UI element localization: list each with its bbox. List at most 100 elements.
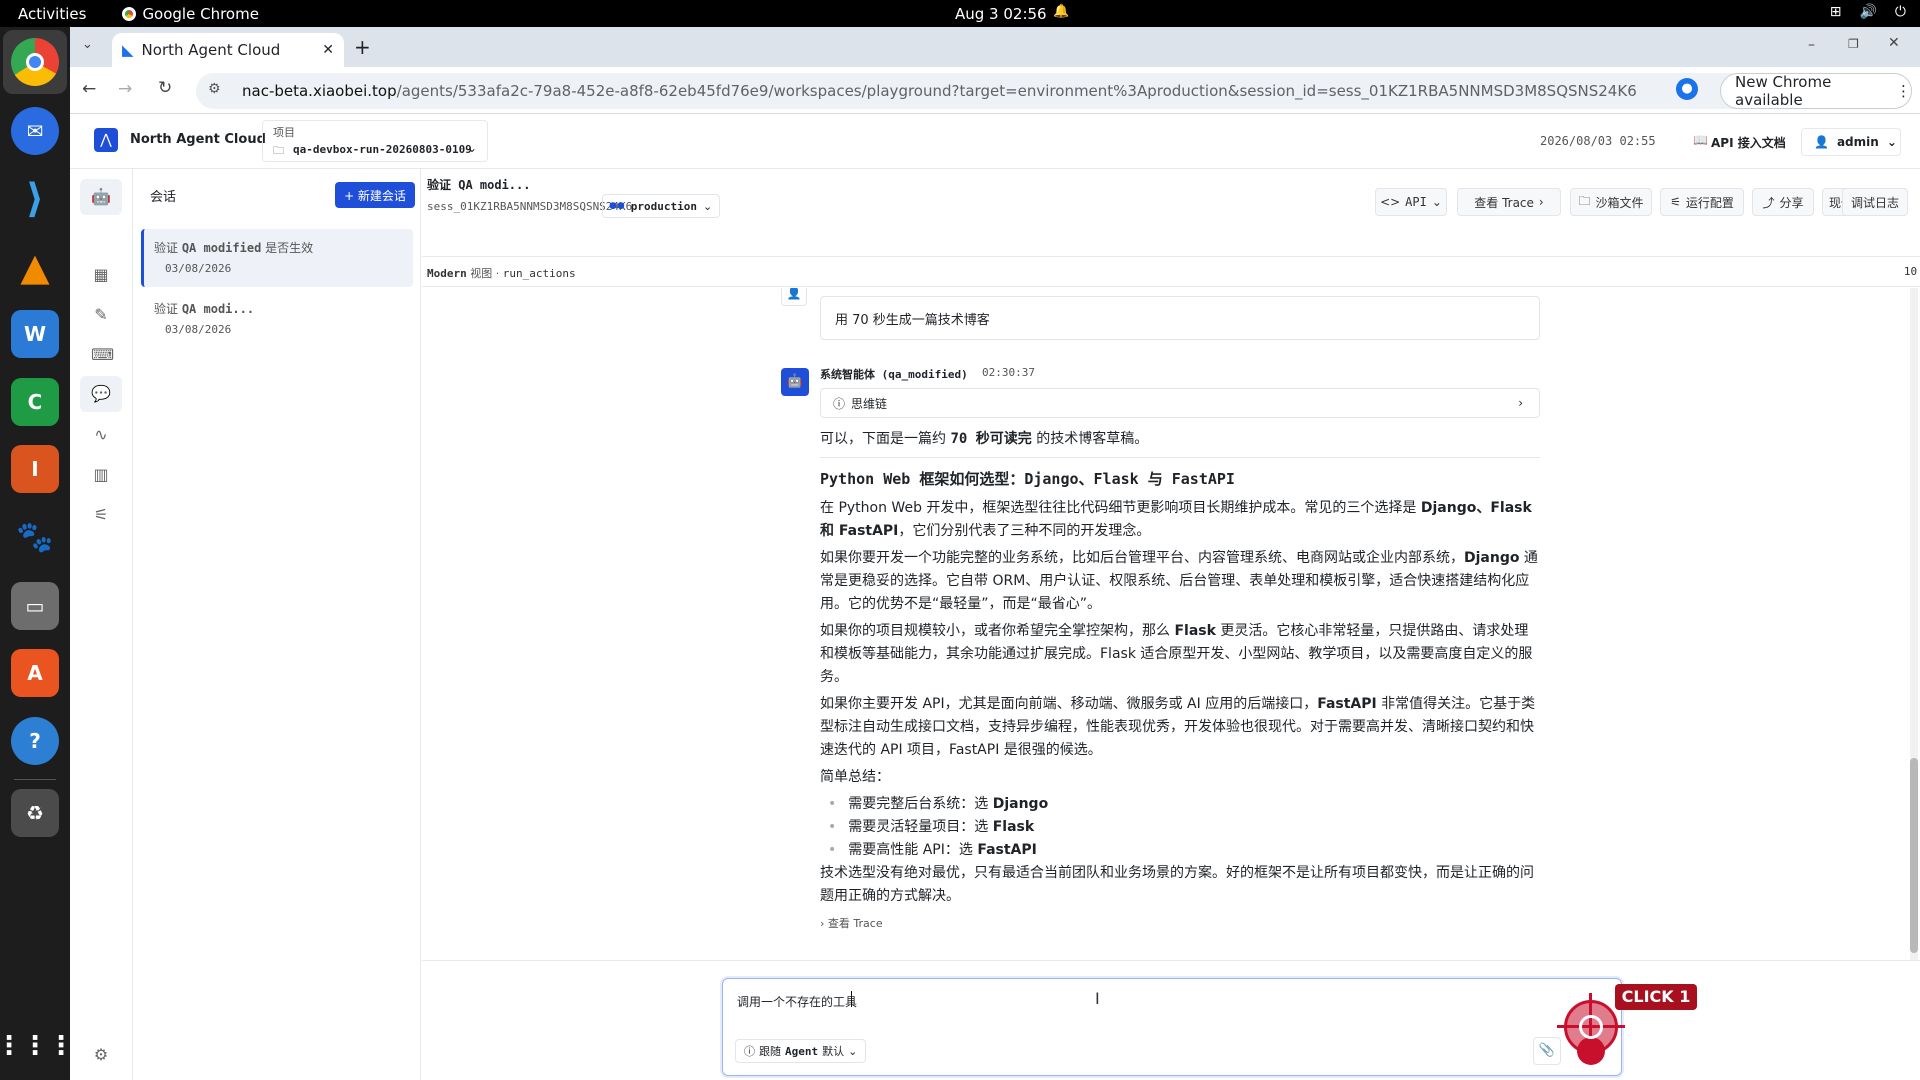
sandbox-label: 沙箱文件 <box>1595 195 1644 210</box>
agent-mode-selector[interactable]: ⓘ 跟随 Agent 默认 ⌄ <box>735 1039 867 1063</box>
dashboard-icon[interactable]: ▦ <box>91 265 111 285</box>
chrome-icon[interactable] <box>11 38 59 86</box>
list-item: • 需要灵活轻量项目：选 Flask <box>828 819 1035 835</box>
url-path: /agents/533afa2c-79a8-452e-a8f8-62eb45fd… <box>396 82 1637 100</box>
paragraph-text: 如果你的项目规模较小，或者你希望完全掌控架构，那么 <box>820 623 1175 639</box>
api-button[interactable]: <> API ⌄ <box>1375 188 1447 216</box>
view-status-bar: Modern 视图 · run_actions 10 msg · live <box>422 257 1920 287</box>
sliders-icon[interactable]: ⚟ <box>91 505 111 525</box>
scrollbar-thumb[interactable] <box>1910 758 1918 953</box>
list-item: • 需要高性能 API：选 FastAPI <box>828 842 1037 858</box>
gimp-icon[interactable]: 🐾 <box>11 513 59 561</box>
paragraph-bold: Django <box>1464 550 1520 566</box>
tab-strip: ⌄ ◣ North Agent Cloud ✕ + – ❐ ✕ <box>70 27 1920 67</box>
new-session-button[interactable]: + 新建会话 <box>335 182 415 208</box>
project-name: qa-devbox-run-20260803-0109 <box>293 143 472 156</box>
help-icon[interactable]: ? <box>11 717 59 765</box>
maximize-button[interactable]: ❐ <box>1848 37 1859 51</box>
project-selector[interactable]: 项目 🗀 qa-devbox-run-20260803-0109 ⌄ <box>262 120 488 162</box>
trash-icon[interactable]: ♻ <box>11 789 59 837</box>
tab-close-icon[interactable]: ✕ <box>322 42 334 58</box>
view-trace-button[interactable]: 查看 Trace › <box>1457 188 1561 216</box>
summary-label: 简单总结： <box>820 769 890 785</box>
sandbox-files-button[interactable]: 🗀 沙箱文件 <box>1570 188 1652 216</box>
chat-scroll-area[interactable]: 👤 用 70 秒生成一篇技术博客 🤖 系统智能体 (qa_modified) 0… <box>422 288 1920 960</box>
system-tray[interactable]: ⊞ 🔊 ⏻ <box>1830 4 1906 20</box>
environment-selector[interactable]: ●● production ⌄ <box>602 194 720 218</box>
chevron-right-icon: › <box>820 917 825 930</box>
minimize-button[interactable]: – <box>1808 37 1815 53</box>
profile-avatar-icon[interactable]: ● <box>1676 78 1698 100</box>
notification-bell-icon[interactable]: 🔔 <box>1053 4 1069 19</box>
edit-icon[interactable]: ✎ <box>91 305 111 325</box>
back-icon[interactable]: ← <box>82 79 96 99</box>
site-info-icon[interactable]: ⚙ <box>208 81 221 97</box>
session-item[interactable]: 验证 QA modi... 03/08/2026 <box>141 290 413 348</box>
brand-name[interactable]: North Agent Cloud <box>130 132 266 147</box>
settings-gear-icon[interactable]: ⚙ <box>91 1045 111 1065</box>
session-title-prefix: 验证 <box>154 302 182 316</box>
user-menu[interactable]: 👤 admin ⌄ <box>1801 128 1901 156</box>
list-item: • 需要完整后台系统：选 Django <box>828 796 1049 812</box>
tab-active[interactable]: ◣ North Agent Cloud ✕ <box>112 33 344 67</box>
code-icon: <> <box>1380 195 1401 209</box>
run-config-label: 运行配置 <box>1685 195 1734 210</box>
show-apps-icon[interactable]: ⋮⋮⋮ <box>0 1022 74 1070</box>
robot-icon[interactable]: 🤖 <box>91 187 111 207</box>
info-icon: ⓘ <box>744 1045 755 1058</box>
message-input[interactable]: 调用一个不存在的工具 <box>737 993 857 1010</box>
reload-icon[interactable]: ↻ <box>158 78 172 98</box>
calc-icon[interactable]: C <box>11 378 59 426</box>
bullet-text: 需要高性能 API：选 <box>848 842 978 858</box>
paragraph-bold: FastAPI <box>1317 696 1377 712</box>
intro-bold: 70 秒可读完 <box>950 431 1032 447</box>
chevron-right-icon: › <box>1538 195 1544 209</box>
activity-icon[interactable]: ∿ <box>91 425 111 445</box>
run-config-button[interactable]: ⚟ 运行配置 <box>1660 188 1744 216</box>
activities-button[interactable]: Activities <box>18 5 86 23</box>
new-chrome-available-button[interactable]: New Chrome available ⋮ <box>1720 73 1912 109</box>
session-sidebar: 会话 + 新建会话 验证 QA modified 是否生效 03/08/2026… <box>133 169 421 1080</box>
composer-box: 调用一个不存在的工具 I ⓘ 跟随 Agent 默认 ⌄ 📎 <box>722 978 1622 1076</box>
click-step-label: CLICK 1 <box>1615 984 1697 1010</box>
view-mode: run_actions <box>502 267 576 280</box>
agent-message-body: 可以，下面是一篇约 70 秒可读完 的技术博客草稿。 Python Web 框架… <box>820 428 1540 939</box>
app-header: ⋀ North Agent Cloud 项目 🗀 qa-devbox-run-2… <box>70 114 1920 169</box>
user-avatar-icon: 👤 <box>781 288 807 306</box>
bar-chart-icon[interactable]: ▥ <box>91 465 111 485</box>
impress-icon[interactable]: I <box>11 445 59 493</box>
files-icon[interactable]: ▭ <box>11 582 59 630</box>
chevron-down-icon: ⌄ <box>467 141 478 155</box>
address-bar[interactable]: ⚙ nac-beta.xiaobei.top/agents/533afa2c-7… <box>196 73 1780 109</box>
north-agent-cloud-app: ⋀ North Agent Cloud 项目 🗀 qa-devbox-run-2… <box>70 114 1920 1080</box>
writer-icon[interactable]: W <box>11 310 59 358</box>
api-docs-link[interactable]: API 接入文档 <box>1711 134 1786 151</box>
view-trace-link[interactable]: › 查看 Trace <box>820 912 1540 935</box>
chevron-right-icon: › <box>1518 396 1523 410</box>
new-tab-button[interactable]: + <box>354 35 371 59</box>
view-trace-label: 查看 Trace <box>827 917 883 930</box>
vlc-icon[interactable]: ▲ <box>11 243 59 291</box>
close-window-button[interactable]: ✕ <box>1888 35 1900 51</box>
tab-search-chevron-icon[interactable]: ⌄ <box>82 37 93 52</box>
forward-icon[interactable]: → <box>118 79 132 99</box>
thinking-chain-toggle[interactable]: ⓘ 思维链 › <box>820 388 1540 418</box>
session-item-active[interactable]: 验证 QA modified 是否生效 03/08/2026 <box>141 229 413 287</box>
attach-paperclip-icon[interactable]: 📎 <box>1533 1037 1561 1065</box>
terminal-icon[interactable]: ⌨ <box>91 345 114 365</box>
browser-toolbar: ← → ↻ ⚙ nac-beta.xiaobei.top/agents/533a… <box>70 67 1920 114</box>
debug-log-button[interactable]: 调试日志 <box>1842 188 1908 216</box>
app-center-icon[interactable]: A <box>11 649 59 697</box>
vscode-icon[interactable]: ⟩ <box>11 175 59 223</box>
new-chrome-label: New Chrome available <box>1735 73 1832 109</box>
dock-separator <box>14 779 56 780</box>
clock[interactable]: Aug 3 02:56 <box>955 5 1047 23</box>
thunderbird-icon[interactable]: ✉ <box>11 107 59 155</box>
chat-icon[interactable]: 💬 <box>91 384 111 404</box>
chevron-down-icon: ⌄ <box>1431 195 1442 209</box>
share-button[interactable]: ⤴ 分享 <box>1752 188 1814 216</box>
agent-time: 02:30:37 <box>982 366 1035 379</box>
dock: ✉ ⟩ ▲ W C I 🐾 ▭ A ? ♻ ⋮⋮⋮ <box>0 27 74 1080</box>
user-icon: 👤 <box>1814 135 1829 149</box>
app-menu[interactable]: Google Chrome <box>122 5 259 23</box>
